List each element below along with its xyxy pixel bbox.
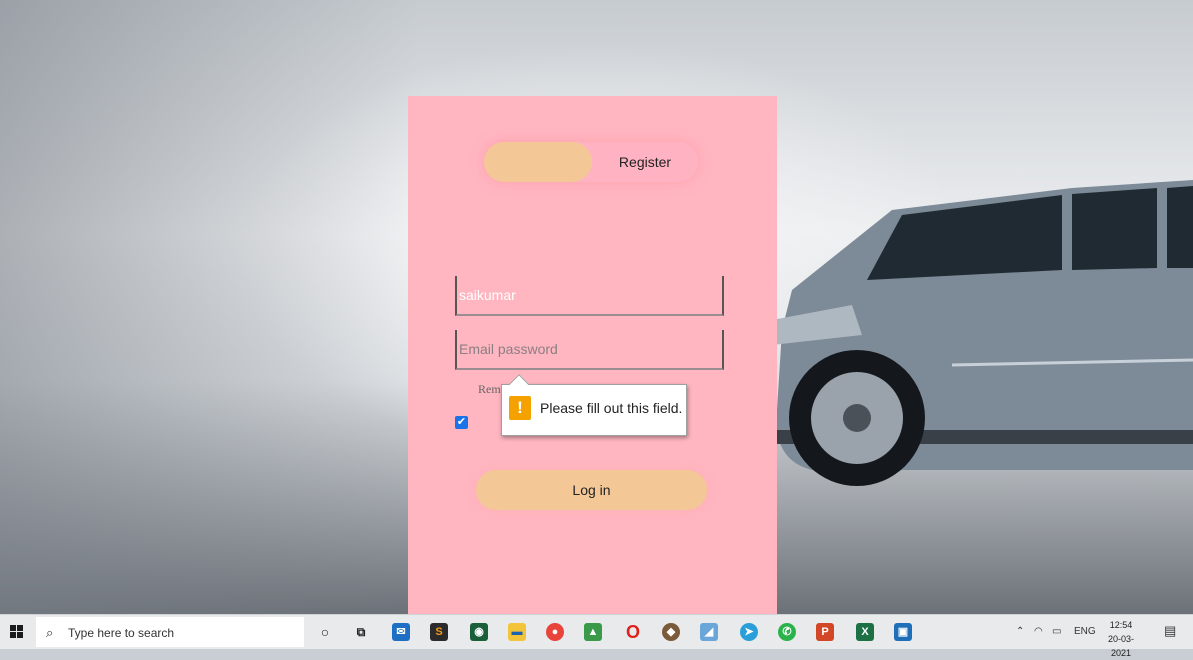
- network-icon[interactable]: ◠: [1034, 626, 1043, 637]
- exclamation-icon: !: [509, 396, 531, 420]
- username-input[interactable]: [455, 276, 724, 316]
- remember-me-checkbox[interactable]: ✔: [455, 416, 468, 429]
- taskbar-search[interactable]: ⌕ Type here to search: [36, 617, 304, 647]
- taskbar-clock[interactable]: 12:54 20-03-2021: [1098, 618, 1144, 660]
- cortana-icon[interactable]: ○: [316, 623, 334, 641]
- taskbar: ⌕ Type here to search ○ ⧉ ✉ S ◉ ▬ ● ▲ O …: [0, 614, 1193, 658]
- chevron-up-icon[interactable]: ⌃: [1016, 626, 1024, 637]
- login-button[interactable]: Log in: [476, 470, 707, 510]
- windows-start-icon[interactable]: [10, 625, 24, 639]
- telegram-icon[interactable]: ➤: [740, 623, 758, 641]
- search-placeholder: Type here to search: [68, 626, 175, 640]
- login-register-toggle: Register: [484, 142, 698, 182]
- validation-tooltip: ! Please fill out this field.: [501, 384, 687, 436]
- validation-message: Please fill out this field.: [540, 400, 683, 416]
- search-icon: ⌕: [46, 625, 54, 640]
- battery-icon[interactable]: ▭: [1052, 626, 1061, 637]
- camera-icon[interactable]: ◉: [470, 623, 488, 641]
- language-indicator[interactable]: ENG: [1074, 626, 1096, 637]
- car-image: [772, 180, 1193, 486]
- azure-icon[interactable]: ◢: [700, 623, 718, 641]
- photos-app-icon[interactable]: ▣: [894, 623, 912, 641]
- clock-date: 20-03-2021: [1107, 634, 1134, 658]
- mail-icon[interactable]: ✉: [392, 623, 410, 641]
- whatsapp-icon[interactable]: ✆: [778, 623, 796, 641]
- file-explorer-icon[interactable]: ▬: [508, 623, 526, 641]
- clock-time: 12:54: [1109, 620, 1133, 630]
- chrome-icon[interactable]: ●: [546, 623, 564, 641]
- opera-icon[interactable]: O: [624, 623, 642, 641]
- powerpoint-icon[interactable]: P: [816, 623, 834, 641]
- login-tab[interactable]: [484, 142, 592, 182]
- task-view-icon[interactable]: ⧉: [352, 623, 370, 641]
- remember-me-label: Rem: [478, 382, 501, 396]
- register-tab[interactable]: Register: [592, 142, 698, 182]
- sublime-icon[interactable]: S: [430, 623, 448, 641]
- background-shade: [0, 0, 420, 614]
- excel-icon[interactable]: X: [856, 623, 874, 641]
- photos-icon[interactable]: ▲: [584, 623, 602, 641]
- login-panel: Register Rem ✔ Log in: [408, 96, 777, 614]
- password-input[interactable]: [455, 330, 724, 370]
- notification-icon[interactable]: ▤: [1164, 623, 1176, 639]
- game-icon[interactable]: ◆: [662, 623, 680, 641]
